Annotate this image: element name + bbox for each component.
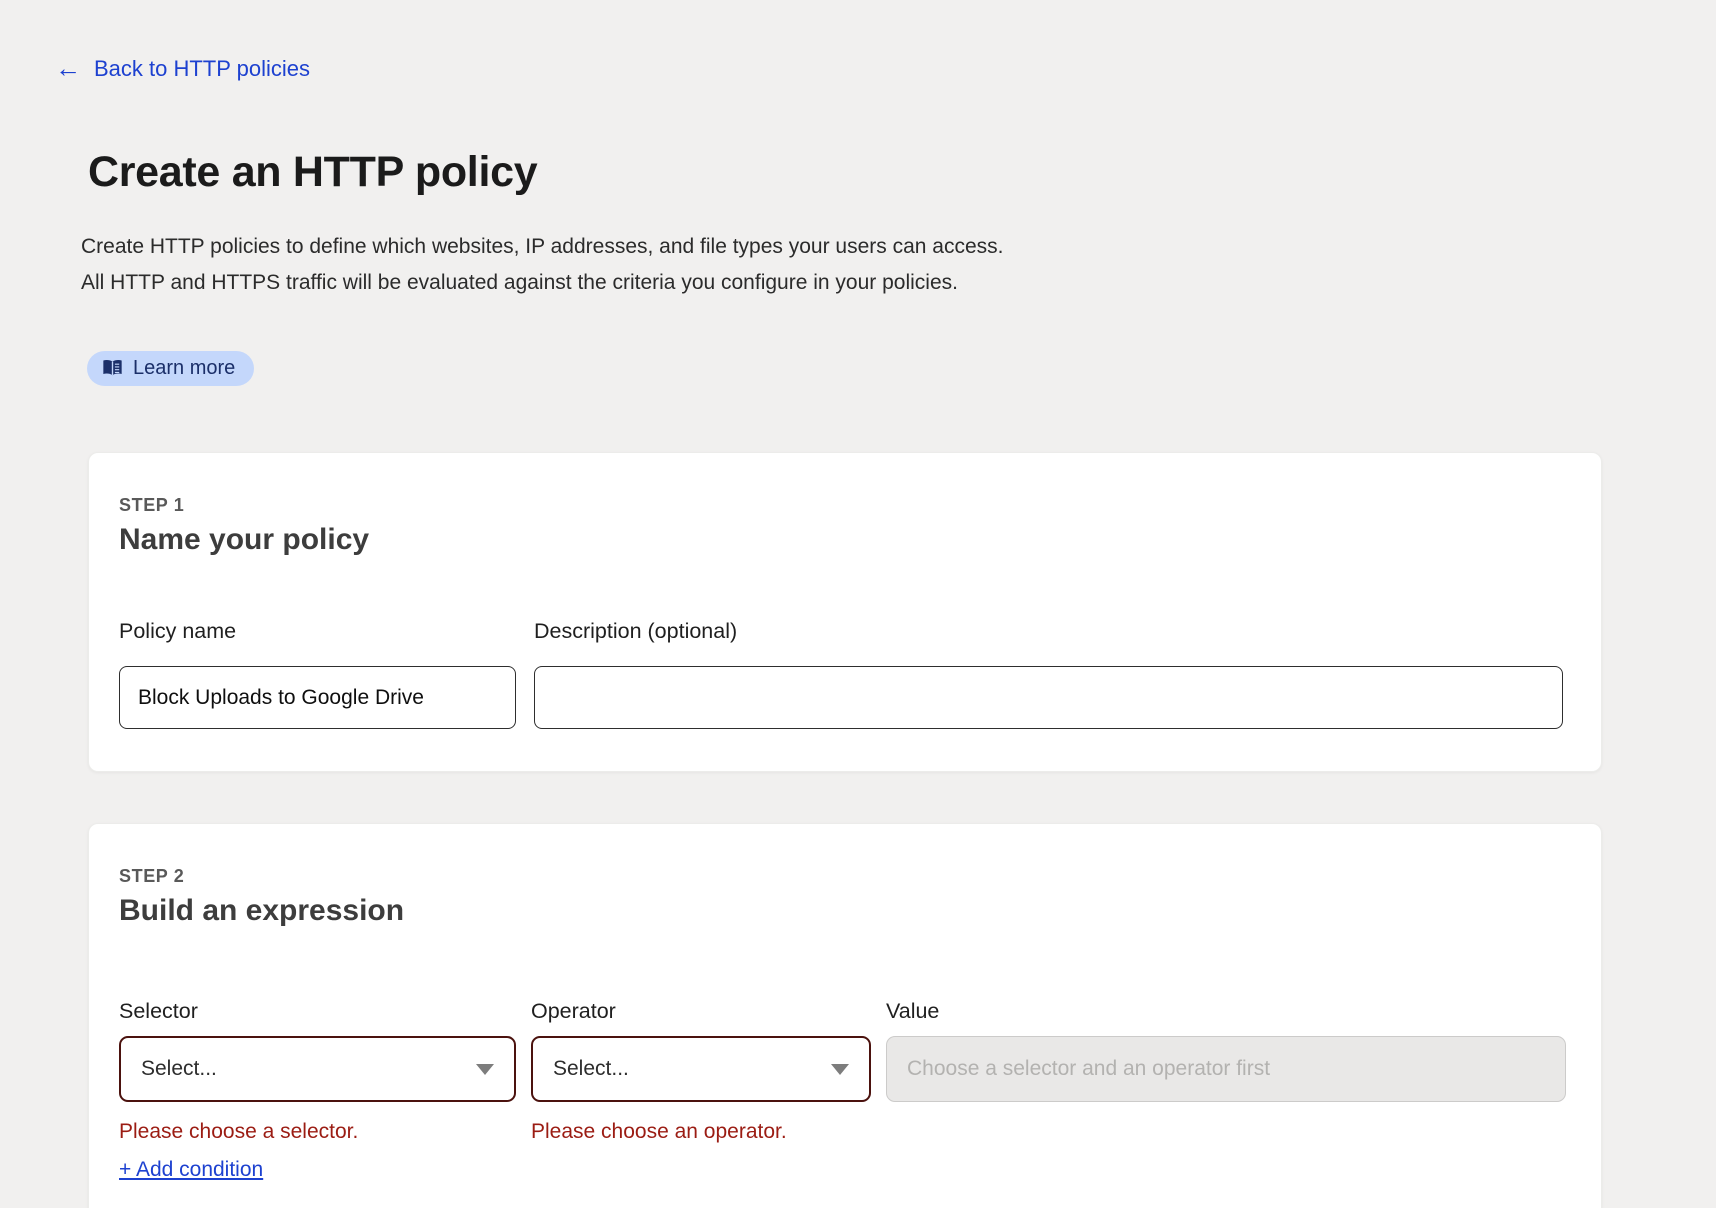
back-link[interactable]: ← Back to HTTP policies — [55, 56, 310, 82]
step1-card: STEP 1 Name your policy Policy name Desc… — [88, 452, 1602, 772]
chevron-down-icon — [476, 1064, 494, 1075]
step2-card: STEP 2 Build an expression Selector Oper… — [88, 823, 1602, 1208]
value-label: Value — [886, 999, 939, 1024]
policy-name-input[interactable] — [119, 666, 516, 729]
operator-label: Operator — [531, 999, 616, 1024]
chevron-down-icon — [831, 1064, 849, 1075]
selector-select-value: Select... — [141, 1057, 217, 1081]
selector-label: Selector — [119, 999, 198, 1024]
back-arrow-icon: ← — [55, 55, 81, 81]
page-description-line1: Create HTTP policies to define which web… — [81, 229, 1004, 265]
description-label: Description (optional) — [534, 619, 737, 644]
selector-select[interactable]: Select... — [119, 1036, 516, 1102]
description-input[interactable] — [534, 666, 1563, 729]
selector-error-message: Please choose a selector. — [119, 1120, 358, 1144]
page-title: Create an HTTP policy — [88, 148, 537, 197]
step2-heading: Build an expression — [119, 894, 404, 928]
step2-label: STEP 2 — [119, 866, 184, 887]
step1-heading: Name your policy — [119, 523, 369, 557]
page-description-line2: All HTTP and HTTPS traffic will be evalu… — [81, 265, 958, 301]
book-icon — [102, 359, 123, 378]
add-condition-link[interactable]: + Add condition — [119, 1158, 263, 1182]
operator-select[interactable]: Select... — [531, 1036, 871, 1102]
operator-error-message: Please choose an operator. — [531, 1120, 787, 1144]
value-input[interactable] — [886, 1036, 1566, 1102]
operator-select-value: Select... — [553, 1057, 629, 1081]
policy-name-label: Policy name — [119, 619, 236, 644]
learn-more-button[interactable]: Learn more — [87, 351, 254, 386]
back-link-label: Back to HTTP policies — [94, 56, 310, 82]
learn-more-label: Learn more — [133, 357, 235, 380]
step1-label: STEP 1 — [119, 495, 184, 516]
